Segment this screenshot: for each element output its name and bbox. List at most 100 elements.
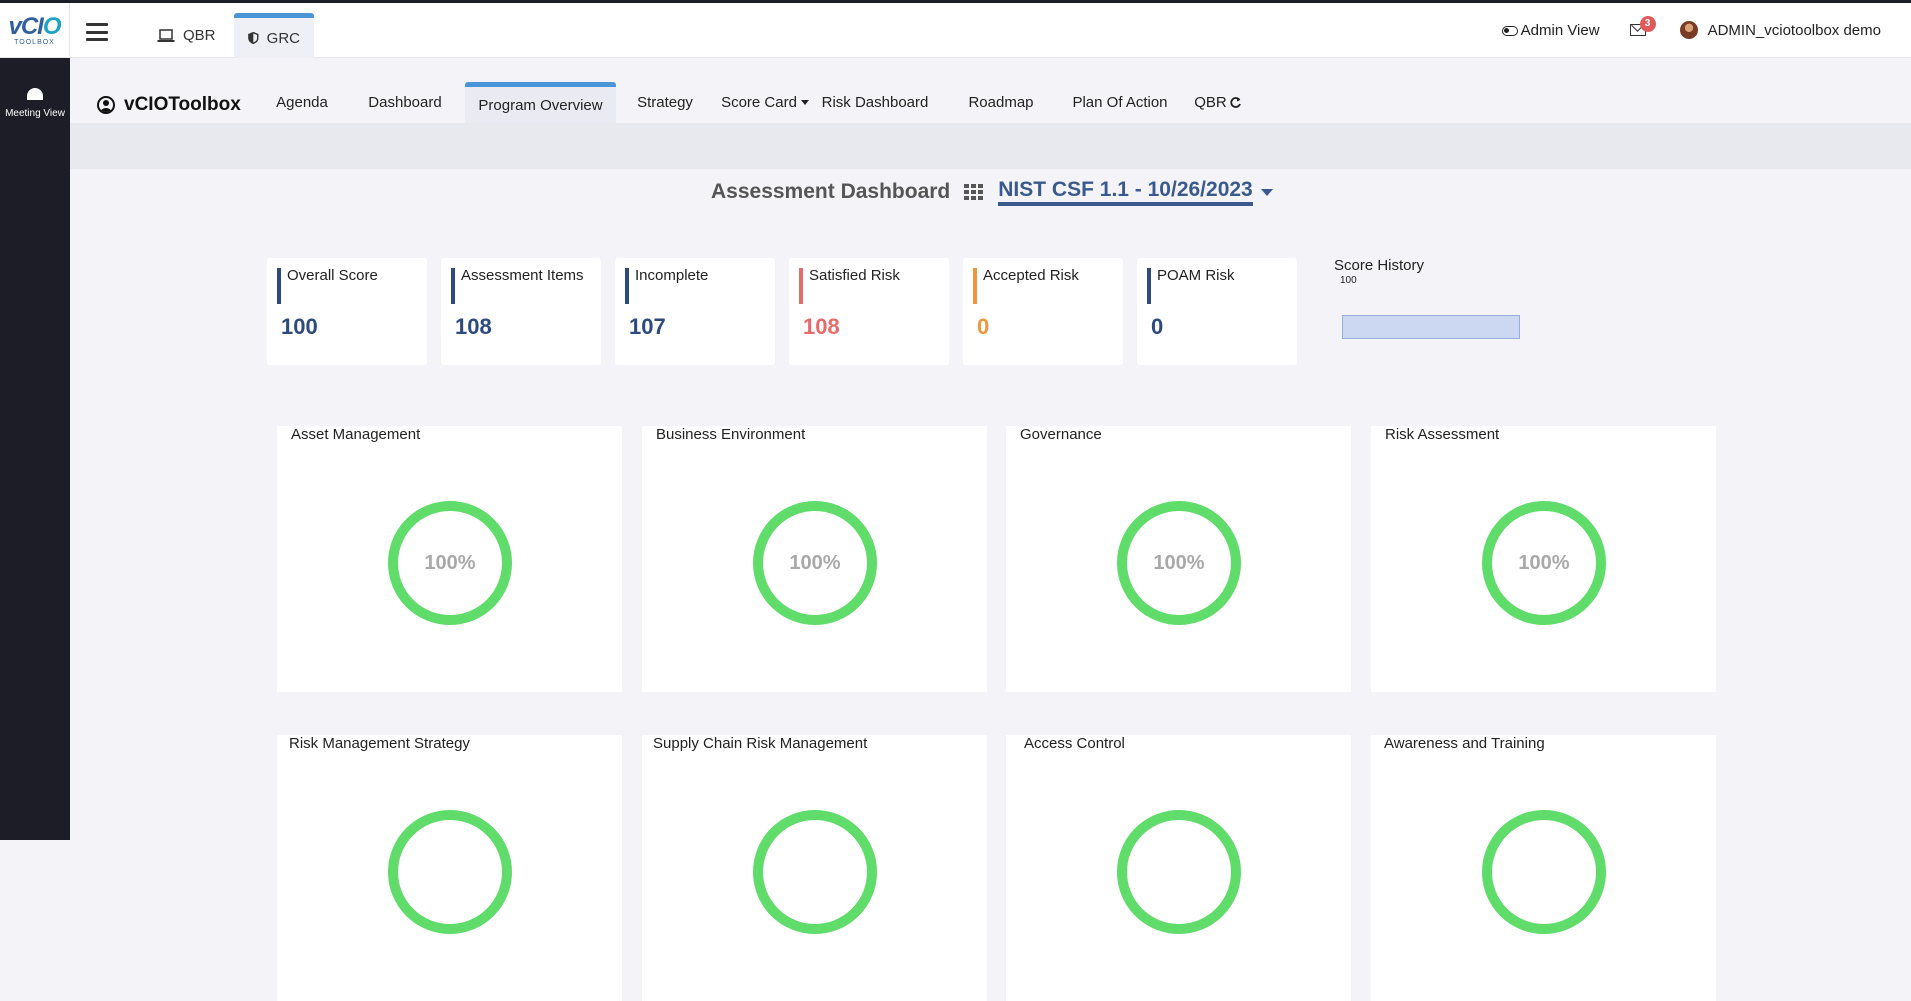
top-right-actions: Admin View 3 ADMIN_vciotoolbox demo — [1501, 16, 1881, 39]
tab-dashboard[interactable]: Dashboard — [360, 82, 450, 123]
category-title: Asset Management — [291, 426, 421, 443]
completion-ring: 100% — [1117, 501, 1241, 625]
toolbar-strip — [70, 123, 1911, 169]
notifications-button[interactable]: 3 — [1629, 16, 1656, 38]
tab-plan-of-action[interactable]: Plan Of Action — [1065, 82, 1175, 123]
score-history-bar — [1342, 315, 1520, 339]
category-card-asset-management[interactable]: Asset Management 100% — [277, 426, 622, 692]
app-tab-label: GRC — [266, 29, 300, 47]
completion-ring — [753, 810, 877, 934]
tab-agenda[interactable]: Agenda — [276, 82, 328, 123]
refresh-icon — [1230, 97, 1241, 108]
assessment-select[interactable]: NIST CSF 1.1 - 10/26/2023 — [998, 178, 1253, 206]
org-name: vCIOToolbox — [124, 94, 241, 115]
category-card-awareness-and-training[interactable]: Awareness and Training — [1371, 735, 1716, 1001]
completion-ring: 100% — [1482, 501, 1606, 625]
category-title: Supply Chain Risk Management — [653, 735, 868, 752]
tab-label: QBR — [1194, 94, 1227, 111]
completion-ring — [1117, 810, 1241, 934]
logo-text: vCIO — [8, 12, 61, 40]
category-title: Risk Assessment — [1385, 426, 1500, 443]
completion-percent: 100% — [1518, 551, 1570, 574]
tab-roadmap[interactable]: Roadmap — [965, 82, 1037, 123]
stat-value: 0 — [1151, 314, 1164, 339]
stat-accent-bar — [277, 268, 281, 304]
stat-label: Accepted Risk — [983, 267, 1079, 284]
completion-ring: 100% — [753, 501, 877, 625]
stat-value: 100 — [281, 314, 318, 339]
stat-value: 108 — [455, 314, 492, 339]
completion-percent: 100% — [1153, 551, 1205, 574]
user-menu[interactable]: ADMIN_vciotoolbox demo — [1679, 21, 1881, 39]
tab-strategy[interactable]: Strategy — [630, 82, 700, 123]
category-title: Access Control — [1024, 735, 1125, 752]
tab-program-overview[interactable]: Program Overview — [465, 82, 616, 123]
stat-accent-bar — [625, 268, 629, 304]
chevron-down-icon[interactable] — [1260, 188, 1273, 196]
stat-satisfied-risk: Satisfied Risk 108 — [789, 258, 949, 365]
category-card-governance[interactable]: Governance 100% — [1006, 426, 1351, 692]
completion-percent: 100% — [789, 551, 841, 574]
category-card-business-environment[interactable]: Business Environment 100% — [642, 426, 987, 692]
meeting-view-button[interactable]: Meeting View — [0, 88, 70, 119]
stat-accepted-risk: Accepted Risk 0 — [963, 258, 1123, 365]
category-title: Risk Management Strategy — [289, 735, 470, 752]
toggle-icon — [1501, 25, 1518, 36]
stat-accent-bar — [973, 268, 977, 304]
completion-ring: 100% — [388, 501, 512, 625]
stat-accent-bar — [799, 268, 803, 304]
stat-label: Overall Score — [287, 267, 378, 284]
app-tab-grc[interactable]: GRC — [234, 13, 314, 58]
tab-score-card[interactable]: Score Card — [720, 82, 810, 123]
category-card-risk-assessment[interactable]: Risk Assessment 100% — [1371, 426, 1716, 692]
category-card-access-control[interactable]: Access Control — [1006, 735, 1351, 1001]
vciotoolbox-logo[interactable]: vCIO TOOLBOX — [0, 3, 70, 58]
stat-label: Assessment Items — [461, 267, 584, 284]
stat-assessment-items: Assessment Items 108 — [441, 258, 601, 365]
app-tab-qbr[interactable]: QBR — [143, 13, 230, 58]
tab-label: Agenda — [276, 94, 328, 111]
stat-overall-score: Overall Score 100 — [267, 258, 427, 365]
category-title: Awareness and Training — [1384, 735, 1545, 752]
tab-label: Program Overview — [478, 96, 603, 114]
org-switcher[interactable]: vCIOToolbox — [97, 94, 241, 116]
stat-value: 107 — [629, 314, 666, 339]
score-history-tick: 100 — [1340, 275, 1357, 286]
dashboard-gauge-icon — [27, 88, 43, 100]
completion-ring — [1482, 810, 1606, 934]
avatar — [1679, 21, 1698, 39]
grid-icon[interactable] — [964, 184, 984, 200]
stat-value: 108 — [803, 314, 840, 339]
app-tab-label: QBR — [183, 27, 216, 44]
category-card-supply-chain-risk-management[interactable]: Supply Chain Risk Management — [642, 735, 987, 1001]
category-title: Business Environment — [656, 426, 806, 443]
category-card-risk-management-strategy[interactable]: Risk Management Strategy — [277, 735, 622, 1001]
stat-value: 0 — [977, 314, 990, 339]
program-nav: vCIOToolbox Agenda Dashboard Program Ove… — [70, 58, 1911, 123]
hamburger-menu-icon[interactable] — [86, 23, 108, 41]
stat-label: Incomplete — [635, 267, 709, 284]
shield-icon — [248, 31, 259, 45]
assessment-title: Assessment Dashboard — [711, 180, 951, 203]
stat-accent-bar — [451, 268, 455, 304]
score-history-chart: Score History 100 — [1334, 257, 1520, 339]
completion-percent: 100% — [424, 551, 476, 574]
tab-qbr[interactable]: QBR — [1192, 82, 1244, 123]
laptop-icon — [157, 28, 175, 42]
stat-accent-bar — [1147, 268, 1151, 304]
tab-label: Plan Of Action — [1072, 94, 1168, 111]
admin-view-label: Admin View — [1520, 21, 1600, 39]
left-sidebar: Meeting View — [0, 58, 70, 840]
stat-incomplete: Incomplete 107 — [615, 258, 775, 365]
tab-label: Strategy — [637, 94, 693, 111]
score-history-title: Score History — [1334, 257, 1425, 274]
tab-risk-dashboard[interactable]: Risk Dashboard — [820, 82, 930, 123]
stat-poam-risk: POAM Risk 0 — [1137, 258, 1297, 365]
user-name: ADMIN_vciotoolbox demo — [1707, 21, 1881, 39]
stat-label: POAM Risk — [1157, 267, 1235, 284]
tab-label: Score Card — [721, 94, 797, 111]
admin-view-toggle[interactable]: Admin View — [1501, 21, 1600, 39]
tab-label: Dashboard — [368, 94, 442, 111]
assessment-header: Assessment Dashboard NIST CSF 1.1 - 10/2… — [711, 178, 1273, 206]
chevron-down-icon — [800, 100, 809, 105]
